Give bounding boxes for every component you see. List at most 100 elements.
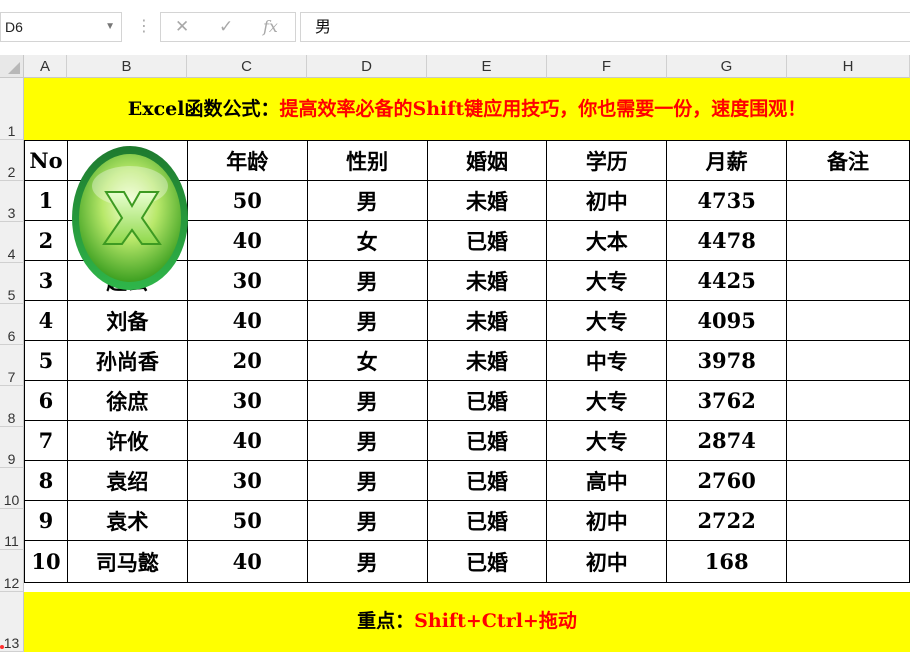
table-cell[interactable]: 男	[306, 300, 428, 341]
row-header-12[interactable]: 12	[0, 550, 24, 592]
row-header-13[interactable]: 13	[0, 592, 24, 652]
table-cell[interactable]: 男	[306, 460, 428, 501]
row-header-9[interactable]: 9	[0, 427, 24, 468]
header-cell[interactable]: 月薪	[666, 140, 788, 181]
table-cell[interactable]: 2874	[666, 420, 788, 461]
row-header-11[interactable]: 11	[0, 509, 24, 550]
column-header-c[interactable]: C	[187, 55, 307, 78]
table-cell[interactable]: 7	[24, 420, 68, 461]
row-header-4[interactable]: 4	[0, 222, 24, 263]
table-cell[interactable]: 20	[186, 340, 308, 381]
table-cell[interactable]: 2760	[666, 460, 788, 501]
insert-function-icon[interactable]: fx	[263, 17, 278, 36]
header-cell[interactable]: 性别	[306, 140, 428, 181]
table-cell[interactable]: 男	[306, 500, 428, 541]
table-cell[interactable]: 大专	[546, 300, 668, 341]
table-cell[interactable]: 4425	[666, 260, 788, 301]
table-cell[interactable]: 男	[306, 420, 428, 461]
table-cell[interactable]: 徐庶	[66, 380, 188, 421]
table-cell[interactable]: 已婚	[426, 420, 548, 461]
table-cell[interactable]: 50	[186, 180, 308, 221]
table-cell[interactable]: 9	[24, 500, 68, 541]
table-cell[interactable]: 男	[306, 260, 428, 301]
table-cell[interactable]: 孙尚香	[66, 340, 188, 381]
table-cell[interactable]: 男	[306, 380, 428, 421]
table-cell[interactable]: 3762	[666, 380, 788, 421]
row-header-6[interactable]: 6	[0, 304, 24, 345]
header-cell[interactable]: 备注	[786, 140, 910, 181]
table-cell[interactable]: 大本	[546, 220, 668, 261]
table-cell[interactable]: 未婚	[426, 260, 548, 301]
column-header-e[interactable]: E	[427, 55, 547, 78]
table-cell[interactable]: 初中	[546, 180, 668, 221]
table-cell[interactable]: 4478	[666, 220, 788, 261]
table-cell[interactable]: 初中	[546, 500, 668, 541]
table-cell[interactable]: 5	[24, 340, 68, 381]
header-cell[interactable]: No	[24, 140, 68, 181]
table-cell[interactable]: 女	[306, 220, 428, 261]
row-header-7[interactable]: 7	[0, 345, 24, 386]
header-cell[interactable]: 年龄	[186, 140, 308, 181]
table-cell[interactable]: 4	[24, 300, 68, 341]
table-cell[interactable]: 3978	[666, 340, 788, 381]
table-cell[interactable]: 司马懿	[66, 540, 188, 583]
table-cell[interactable]	[786, 340, 910, 381]
table-cell[interactable]: 已婚	[426, 220, 548, 261]
table-cell[interactable]: 1	[24, 180, 68, 221]
table-cell[interactable]: 初中	[546, 540, 668, 583]
column-header-h[interactable]: H	[787, 55, 910, 78]
more-options-icon[interactable]: ⋮	[136, 16, 152, 36]
table-cell[interactable]: 刘备	[66, 300, 188, 341]
table-cell[interactable]	[786, 540, 910, 583]
row-header-10[interactable]: 10	[0, 468, 24, 509]
header-cell[interactable]: 婚姻	[426, 140, 548, 181]
table-cell[interactable]: 30	[186, 460, 308, 501]
table-cell[interactable]: 未婚	[426, 300, 548, 341]
sheet-title[interactable]: Excel函数公式：提高效率必备的Shift键应用技巧，你也需要一份，速度围观！	[24, 78, 910, 140]
column-header-g[interactable]: G	[667, 55, 787, 78]
table-cell[interactable]: 6	[24, 380, 68, 421]
cancel-icon[interactable]: ✕	[175, 17, 189, 37]
chevron-down-icon[interactable]: ▼	[105, 13, 115, 41]
table-cell[interactable]: 大专	[546, 260, 668, 301]
table-cell[interactable]: 大专	[546, 380, 668, 421]
table-cell[interactable]: 30	[186, 380, 308, 421]
row-header-1[interactable]: 1	[0, 78, 24, 140]
row-header-3[interactable]: 3	[0, 181, 24, 222]
table-cell[interactable]: 10	[24, 540, 68, 583]
table-cell[interactable]: 40	[186, 220, 308, 261]
table-cell[interactable]: 40	[186, 540, 308, 583]
column-header-f[interactable]: F	[547, 55, 667, 78]
table-cell[interactable]: 8	[24, 460, 68, 501]
table-cell[interactable]	[786, 300, 910, 341]
table-cell[interactable]: 40	[186, 300, 308, 341]
table-cell[interactable]: 168	[666, 540, 788, 583]
table-cell[interactable]: 袁术	[66, 500, 188, 541]
table-cell[interactable]: 30	[186, 260, 308, 301]
enter-icon[interactable]: ✓	[219, 17, 233, 37]
table-cell[interactable]	[786, 260, 910, 301]
table-cell[interactable]	[786, 460, 910, 501]
table-cell[interactable]: 高中	[546, 460, 668, 501]
column-header-d[interactable]: D	[307, 55, 427, 78]
table-cell[interactable]: 40	[186, 420, 308, 461]
table-cell[interactable]: 许攸	[66, 420, 188, 461]
table-cell[interactable]	[786, 420, 910, 461]
footer-note[interactable]: 重点：Shift+Ctrl+拖动	[24, 592, 910, 652]
table-cell[interactable]: 女	[306, 340, 428, 381]
header-cell[interactable]: 学历	[546, 140, 668, 181]
table-cell[interactable]: 2	[24, 220, 68, 261]
table-cell[interactable]: 未婚	[426, 340, 548, 381]
table-cell[interactable]	[786, 220, 910, 261]
table-cell[interactable]: 男	[306, 540, 428, 583]
column-header-b[interactable]: B	[67, 55, 187, 78]
column-header-a[interactable]: A	[24, 55, 67, 78]
table-cell[interactable]: 已婚	[426, 460, 548, 501]
table-cell[interactable]: 已婚	[426, 380, 548, 421]
table-cell[interactable]	[786, 380, 910, 421]
table-cell[interactable]: 袁绍	[66, 460, 188, 501]
table-cell[interactable]: 未婚	[426, 180, 548, 221]
table-cell[interactable]	[786, 500, 910, 541]
formula-input[interactable]: 男	[300, 12, 910, 42]
table-cell[interactable]: 3	[24, 260, 68, 301]
